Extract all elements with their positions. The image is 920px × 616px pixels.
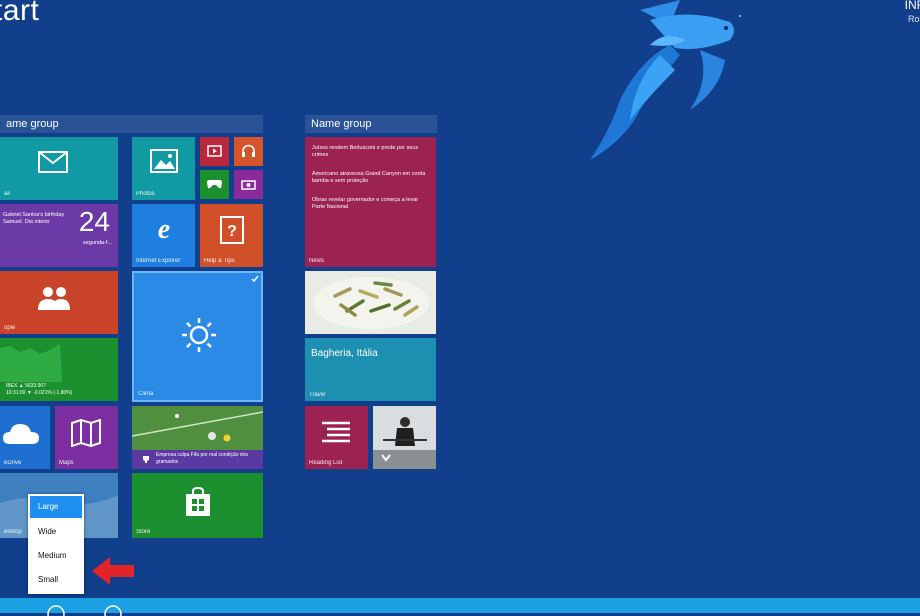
tile-onedrive[interactable]: eDrive: [0, 406, 50, 469]
tile-small-red-1[interactable]: [200, 137, 229, 166]
app-bar-button-icon-1[interactable]: [46, 604, 66, 616]
pointer-arrow-annotation: [92, 557, 134, 585]
tile-sports[interactable]: Empresa culpa Fifa por mal condição dos …: [132, 406, 263, 469]
tile-store-label: Store: [136, 529, 151, 535]
games-icon: [207, 180, 222, 189]
calendar-weekday: segunda-f...: [82, 240, 112, 246]
photos-icon: [150, 149, 178, 173]
tile-maps[interactable]: Maps: [55, 406, 118, 469]
tile-photo-person[interactable]: [373, 406, 436, 469]
start-title: tart: [0, 0, 40, 27]
user-name: INF: [904, 0, 920, 12]
tile-ie-label: Internet Explorer: [136, 258, 181, 264]
cloud-icon: [3, 424, 39, 444]
tile-reading-list[interactable]: Reading List: [305, 406, 368, 469]
trophy-icon: [143, 456, 149, 463]
help-icon: ?: [220, 216, 244, 244]
tile-travel-label: Travel: [309, 392, 326, 398]
user-sub: Ros: [907, 14, 920, 24]
tile-weather-label: Clima: [138, 391, 154, 397]
news-item-1: Juízes rendem Berlusconi e prede por seu…: [312, 145, 419, 158]
sports-photo: [132, 406, 263, 450]
finance-line-2: 10:31:00 ▼ -0.021% (-1.80%): [6, 389, 73, 396]
tile-news-label: News: [309, 258, 325, 264]
tile-store[interactable]: Store: [132, 473, 263, 538]
video-icon: [207, 145, 222, 157]
calendar-day: 24: [78, 206, 110, 237]
resize-option-small[interactable]: Small: [28, 568, 84, 592]
tile-help-label: Help & Tips: [204, 258, 235, 264]
mail-icon: [38, 151, 68, 173]
tile-reading-label: Reading List: [309, 460, 343, 466]
tile-calendar[interactable]: Gabriel Santos's birthday Samuel. Dia in…: [0, 204, 118, 267]
store-icon: [186, 487, 210, 516]
sun-icon: [182, 318, 216, 352]
tile-onedrive-label: eDrive: [4, 460, 22, 466]
news-item-3: Obras revelar governador e começa a leva…: [312, 197, 419, 210]
tile-photos-label: Photos: [136, 191, 155, 197]
tile-maps-label: Maps: [59, 460, 74, 466]
tile-small-purple[interactable]: [234, 170, 263, 199]
calendar-event: Gabriel Santos's birthday Samuel. Dia in…: [3, 212, 65, 225]
user-account[interactable]: INF Ros: [905, 0, 920, 26]
tile-people[interactable]: ople: [0, 271, 118, 334]
tile-food-photo[interactable]: [305, 271, 436, 334]
group-header-1[interactable]: ame group: [0, 115, 263, 133]
tile-desktop-label: esktop: [4, 529, 22, 535]
camera-icon: [241, 180, 256, 190]
group-header-2[interactable]: Name group: [305, 115, 437, 133]
resize-option-medium[interactable]: Medium: [28, 544, 84, 568]
map-icon: [71, 419, 101, 447]
tile-travel[interactable]: Bagheria, Itália Travel: [305, 338, 436, 401]
tile-internet-explorer[interactable]: e Internet Explorer: [132, 204, 195, 267]
chevron-down-icon[interactable]: [381, 454, 391, 462]
selected-check-icon: [251, 275, 259, 283]
svg-text:e: e: [158, 214, 170, 244]
tile-people-label: ople: [4, 325, 16, 331]
news-item-2: Americano atravessa Grand Canyon em cord…: [312, 171, 426, 184]
resize-menu: Large Wide Medium Small: [28, 494, 84, 594]
sports-headline: Empresa culpa Fifa por mal condição dos …: [156, 452, 248, 465]
tile-photos[interactable]: Photos: [132, 137, 195, 200]
pasta-photo: [305, 271, 436, 334]
svg-text:?: ?: [227, 223, 237, 240]
tile-small-orange[interactable]: [234, 137, 263, 166]
tile-help-tips[interactable]: ? Help & Tips: [200, 204, 263, 267]
app-bar-button-icon-2[interactable]: [103, 604, 123, 616]
app-bar: [0, 598, 920, 616]
tile-small-green[interactable]: [200, 170, 229, 199]
resize-option-wide[interactable]: Wide: [28, 520, 84, 544]
tile-mail-label: ail: [4, 191, 11, 197]
tile-weather[interactable]: Clima: [132, 271, 263, 402]
reading-list-icon: [322, 421, 350, 443]
travel-place: Bagheria, Itália: [311, 348, 378, 359]
people-icon: [38, 287, 70, 310]
betta-fish-decoration: [590, 0, 741, 160]
finance-chart: [0, 344, 62, 382]
tile-mail[interactable]: ail: [0, 137, 118, 200]
headphones-icon: [242, 144, 255, 157]
tile-finance[interactable]: IBEX ▲ 5633.907 10:31:00 ▼ -0.021% (-1.8…: [0, 338, 118, 401]
internet-explorer-icon: e: [158, 214, 170, 244]
resize-option-large[interactable]: Large: [30, 496, 82, 518]
tile-news[interactable]: Juízes rendem Berlusconi e prede por seu…: [305, 137, 436, 267]
